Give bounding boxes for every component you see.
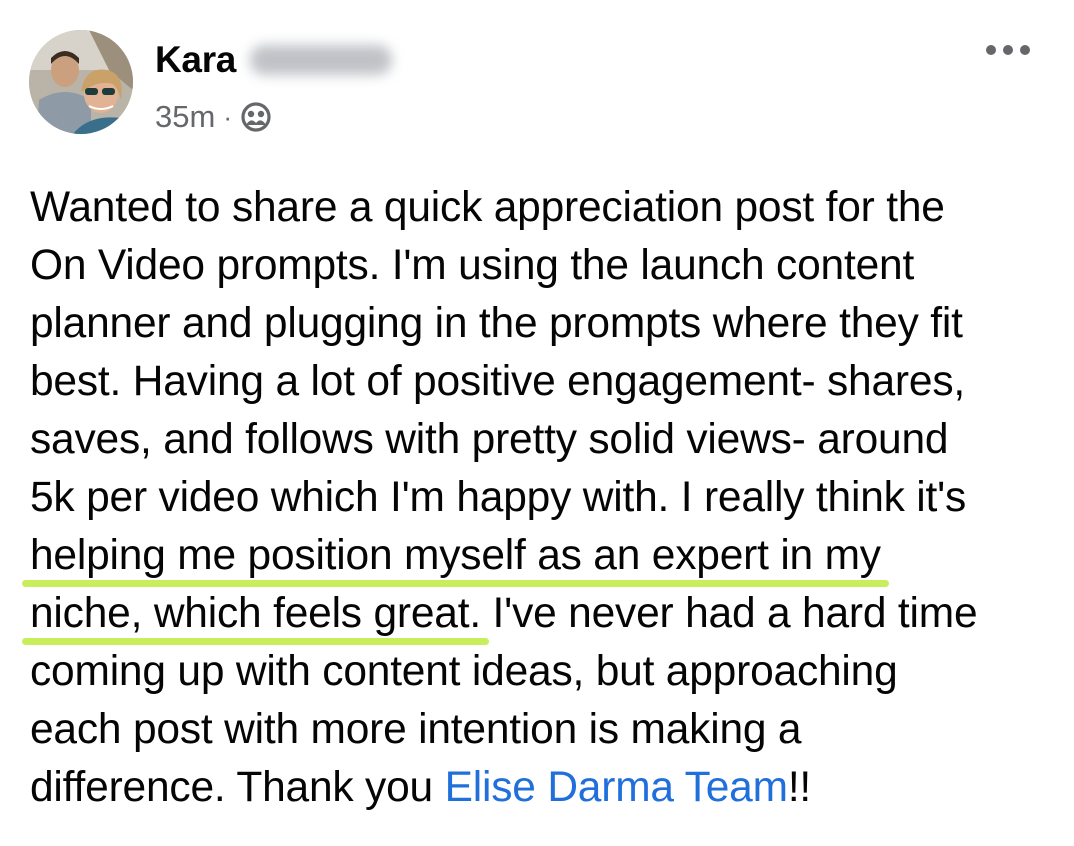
post-text-line: On Video prompts. I'm using the launch c… — [30, 242, 915, 289]
meta-separator: · — [223, 101, 232, 132]
post-text-line: difference. Thank you Elise Darma Team!! — [30, 759, 1060, 817]
post-text-line: niche, which feels great. I've never had… — [30, 585, 1060, 643]
facebook-post: Kara 35m · Wanted to share a quick appre… — [0, 0, 1074, 846]
more-options-button[interactable] — [978, 30, 1038, 70]
post-text-line: Wanted to share a quick appreciation pos… — [30, 184, 945, 231]
post-text-line: helping me position myself as an expert … — [30, 527, 1060, 585]
more-horizontal-icon — [986, 45, 1030, 55]
post-text-line: 5k per video which I'm happy with. I rea… — [30, 474, 967, 521]
post-text-line: planner and plugging in the prompts wher… — [30, 300, 963, 347]
highlighted-text: helping me position myself as an expert … — [30, 532, 881, 579]
post-text-fragment: I've never had a hard time — [480, 590, 978, 637]
post-text-line: each post with more intention is making … — [30, 706, 802, 753]
post-meta: 35m · — [155, 97, 272, 137]
post-text-fragment: !! — [787, 764, 812, 811]
post-text-line: best. Having a lot of positive engagemen… — [30, 358, 965, 405]
post-text-line: saves, and follows with pretty solid vie… — [30, 416, 949, 463]
highlighted-text: niche, which feels great. — [30, 590, 481, 637]
mention-link[interactable]: Elise Darma Team — [445, 764, 788, 811]
avatar-photo — [29, 30, 133, 134]
post-timestamp[interactable]: 35m — [155, 99, 215, 135]
post-text-fragment: difference. Thank you — [30, 764, 445, 811]
post-body-text: Wanted to share a quick appreciation pos… — [30, 179, 1060, 817]
author-name-row[interactable]: Kara — [155, 37, 393, 83]
author-name[interactable]: Kara — [155, 39, 236, 81]
group-icon[interactable] — [240, 101, 272, 133]
author-avatar[interactable] — [29, 30, 133, 134]
author-last-name-redacted — [250, 45, 393, 75]
post-text-line: coming up with content ideas, but approa… — [30, 648, 898, 695]
